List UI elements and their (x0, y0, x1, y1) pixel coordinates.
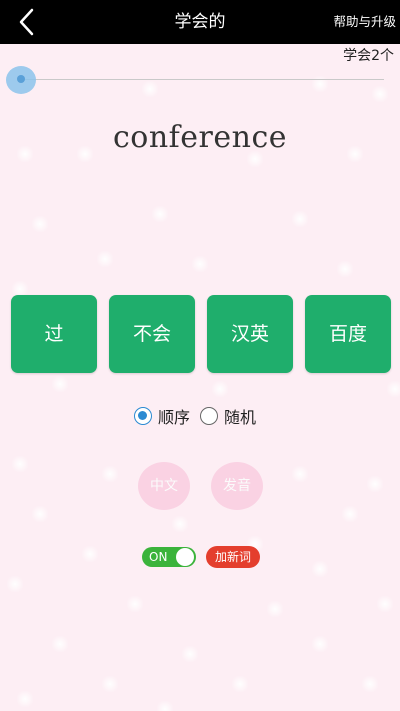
toggle-knob (176, 548, 194, 566)
pass-button[interactable]: 过 (11, 295, 97, 373)
order-radio-group: 顺序 随机 (0, 404, 400, 427)
dont-know-button[interactable]: 不会 (109, 295, 195, 373)
slider-thumb-dot (17, 75, 25, 83)
sequential-label[interactable]: 顺序 (158, 408, 190, 427)
toggle-label: ON (149, 550, 168, 564)
pronounce-button[interactable]: 发音 (211, 462, 263, 510)
top-bar: 学会的 帮助与升级 (0, 0, 400, 44)
chinese-button[interactable]: 中文 (138, 462, 190, 510)
baidu-button[interactable]: 百度 (305, 295, 391, 373)
vocabulary-word: conference (112, 120, 287, 155)
help-upgrade-link[interactable]: 帮助与升级 (333, 0, 396, 44)
progress-slider[interactable] (6, 66, 384, 94)
sequential-radio[interactable] (133, 407, 152, 425)
slider-thumb[interactable] (6, 66, 36, 94)
add-new-word-button[interactable]: 加新词 (206, 546, 260, 568)
action-button-row: 过 不会 汉英 百度 (11, 295, 391, 373)
slider-track (20, 79, 384, 80)
random-radio[interactable] (200, 407, 218, 425)
learned-count: 学会2个 (343, 48, 394, 64)
on-off-toggle[interactable]: ON (142, 547, 196, 567)
chinese-english-button[interactable]: 汉英 (207, 295, 293, 373)
random-label[interactable]: 随机 (224, 408, 256, 427)
